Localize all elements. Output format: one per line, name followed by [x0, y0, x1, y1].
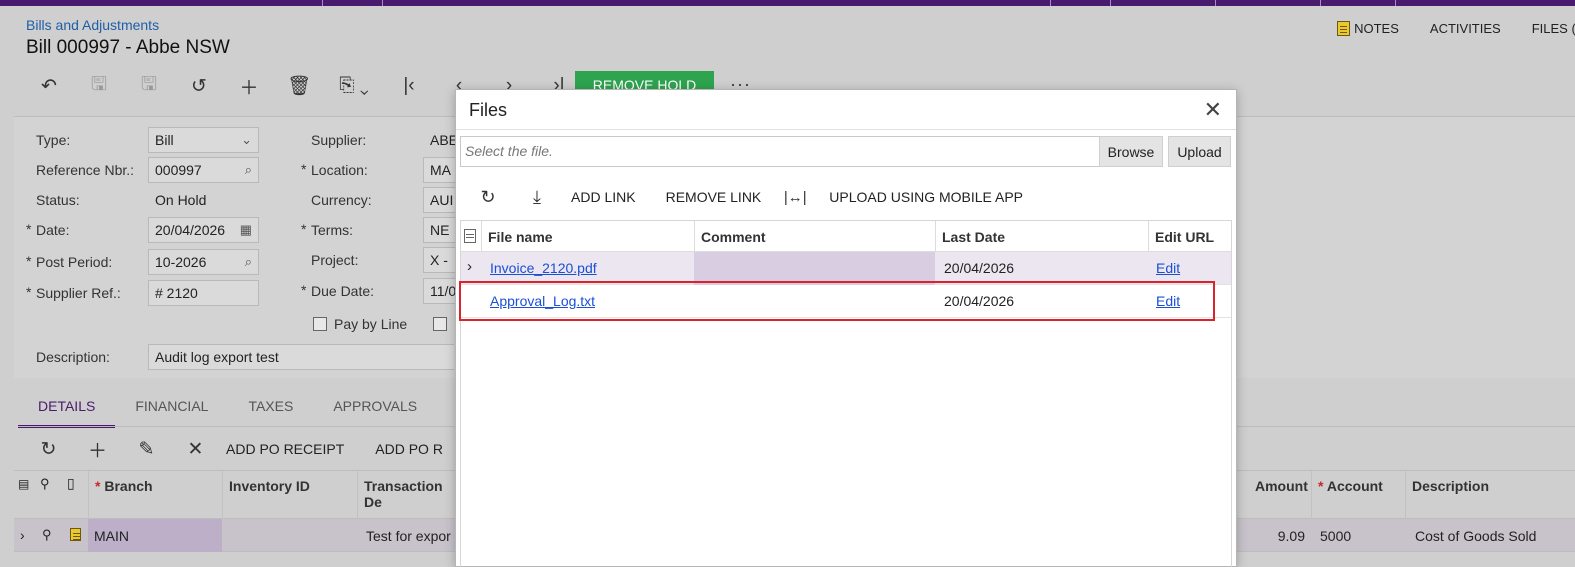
date-label: Date:: [26, 221, 70, 238]
chevron-down-icon: ⌄: [241, 132, 252, 147]
note-column-icon: ▯: [67, 475, 75, 491]
search-icon: ⌕: [244, 254, 252, 269]
browse-button[interactable]: Browse: [1099, 136, 1163, 167]
col-file-name[interactable]: File name: [481, 221, 694, 252]
currency-label: Currency:: [311, 192, 372, 208]
refresh-icon[interactable]: ↻: [24, 436, 73, 462]
add-row-icon[interactable]: ＋: [73, 436, 122, 462]
ref-label: Reference Nbr.:: [36, 162, 135, 178]
edit-icon[interactable]: ✎: [122, 436, 171, 462]
due-date-label: Due Date:: [301, 282, 374, 299]
expand-row-icon[interactable]: ›: [18, 519, 27, 552]
tab-financial[interactable]: FINANCIAL: [115, 388, 228, 428]
file-select-input[interactable]: Select the file.: [460, 136, 1102, 167]
tab-bar: DETAILS FINANCIAL TAXES APPROVALS A: [18, 388, 486, 428]
col-account[interactable]: * Account: [1311, 471, 1405, 520]
grid-settings-icon[interactable]: [461, 221, 481, 252]
copy-paste-icon[interactable]: ⎘ ⌄: [324, 72, 384, 100]
col-description[interactable]: Description: [1405, 471, 1575, 520]
upload-button[interactable]: Upload: [1168, 136, 1231, 167]
cell-description[interactable]: Cost of Goods Sold: [1409, 519, 1542, 552]
breadcrumb[interactable]: Bills and Adjustments: [26, 17, 159, 33]
files-link[interactable]: FILES (2: [1532, 21, 1575, 36]
files-dialog: Files ✕ Select the file. Browse Upload ↻…: [455, 89, 1237, 567]
pay-by-line-checkbox[interactable]: [313, 317, 327, 331]
description-field[interactable]: Audit log export test: [148, 344, 454, 370]
col-inventory-id[interactable]: Inventory ID: [222, 471, 357, 520]
description-label: Description:: [36, 349, 110, 365]
header-links: NOTES ACTIVITIES FILES (2: [1337, 21, 1575, 36]
location-label: Location:: [301, 161, 368, 178]
col-transaction-desc[interactable]: Transaction De: [357, 471, 457, 520]
highlight-box: [459, 281, 1215, 321]
remove-link-button[interactable]: REMOVE LINK: [666, 189, 762, 205]
files-label: FILES (2: [1531, 21, 1575, 36]
add-link-button[interactable]: ADD LINK: [571, 189, 636, 205]
project-label: Project:: [311, 252, 359, 268]
save-close-icon[interactable]: 🖫: [74, 72, 124, 100]
first-record-icon[interactable]: |‹: [384, 72, 434, 100]
col-last-date[interactable]: Last Date: [935, 221, 1148, 252]
date-field[interactable]: 20/04/2026 ▦: [148, 217, 259, 243]
supplier-ref-field[interactable]: # 2120: [148, 280, 259, 306]
tab-details[interactable]: DETAILS: [18, 388, 116, 428]
col-branch[interactable]: * Branch: [88, 471, 222, 520]
terms-label: Terms:: [301, 221, 353, 238]
type-select[interactable]: Bill ⌄: [148, 127, 259, 153]
back-icon[interactable]: ↶: [24, 72, 74, 100]
delete-row-icon[interactable]: ✕: [171, 436, 220, 462]
upload-mobile-button[interactable]: UPLOAD USING MOBILE APP: [829, 189, 1023, 205]
notes-link[interactable]: NOTES: [1337, 21, 1399, 36]
cell-account[interactable]: 5000: [1314, 519, 1357, 552]
notes-label: NOTES: [1354, 21, 1399, 36]
details-toolbar: ↻ ＋ ✎ ✕ ADD PO RECEIPT ADD PO R: [24, 436, 474, 462]
files-toolbar: ↻ ⤓ ADD LINK REMOVE LINK |↔| UPLOAD USIN…: [473, 184, 1034, 210]
reference-nbr-field[interactable]: 000997 ⌕: [148, 157, 259, 183]
col-amount[interactable]: Amount: [1249, 471, 1311, 520]
row-note-icon[interactable]: [68, 519, 83, 552]
download-icon[interactable]: ⤓: [522, 184, 552, 210]
status-value: On Hold: [155, 192, 207, 208]
refresh-icon[interactable]: ↻: [473, 184, 503, 210]
post-period-field[interactable]: 10-2026 ⌕: [148, 249, 259, 275]
add-icon[interactable]: ＋: [224, 72, 274, 100]
edit-link[interactable]: Edit: [1156, 260, 1180, 276]
calendar-icon: ▦: [239, 222, 252, 237]
tab-taxes[interactable]: TAXES: [228, 388, 313, 428]
attachment-icon: ⚲: [40, 476, 50, 491]
cell-branch[interactable]: MAIN: [88, 519, 222, 552]
files-grid: File name Comment Last Date Edit URL › I…: [460, 220, 1232, 567]
tab-approvals[interactable]: APPROVALS: [313, 388, 437, 428]
save-icon[interactable]: 🖫: [124, 72, 174, 100]
close-icon[interactable]: ✕: [1204, 97, 1222, 123]
grid-settings-icon[interactable]: ▤: [18, 477, 29, 491]
post-period-label: Post Period:: [26, 253, 112, 270]
undo-icon[interactable]: ↺: [174, 72, 224, 100]
activities-link[interactable]: ACTIVITIES: [1430, 21, 1501, 36]
activities-label: ACTIVITIES: [1429, 21, 1501, 36]
checkbox-partial[interactable]: [433, 317, 447, 331]
col-comment[interactable]: Comment: [694, 221, 935, 252]
search-icon: ⌕: [244, 162, 252, 177]
page-title: Bill 000997 - Abbe NSW: [26, 37, 230, 58]
dialog-divider: [456, 129, 1236, 130]
supplier-label: Supplier:: [311, 132, 367, 148]
delete-icon[interactable]: 🗑: [274, 72, 324, 100]
dialog-title: Files: [469, 100, 508, 120]
file-link[interactable]: Invoice_2120.pdf: [490, 260, 597, 276]
pay-by-line-label: Pay by Line: [334, 316, 408, 332]
supplier-value[interactable]: ABE: [430, 132, 458, 148]
cell-transaction-desc[interactable]: Test for expor: [360, 519, 457, 552]
attachment-icon[interactable]: ⚲: [40, 519, 54, 552]
type-label: Type:: [36, 132, 71, 148]
cell-amount[interactable]: 9.09: [1249, 519, 1311, 552]
status-label: Status:: [36, 192, 80, 208]
add-po-receipt-button[interactable]: ADD PO RECEIPT: [226, 441, 344, 457]
fit-columns-icon[interactable]: |↔|: [780, 184, 810, 210]
col-edit-url[interactable]: Edit URL: [1148, 221, 1231, 252]
supplier-ref-label: Supplier Ref.:: [26, 284, 121, 301]
note-icon: [1337, 21, 1351, 36]
add-po-r-button[interactable]: ADD PO R: [375, 441, 443, 457]
